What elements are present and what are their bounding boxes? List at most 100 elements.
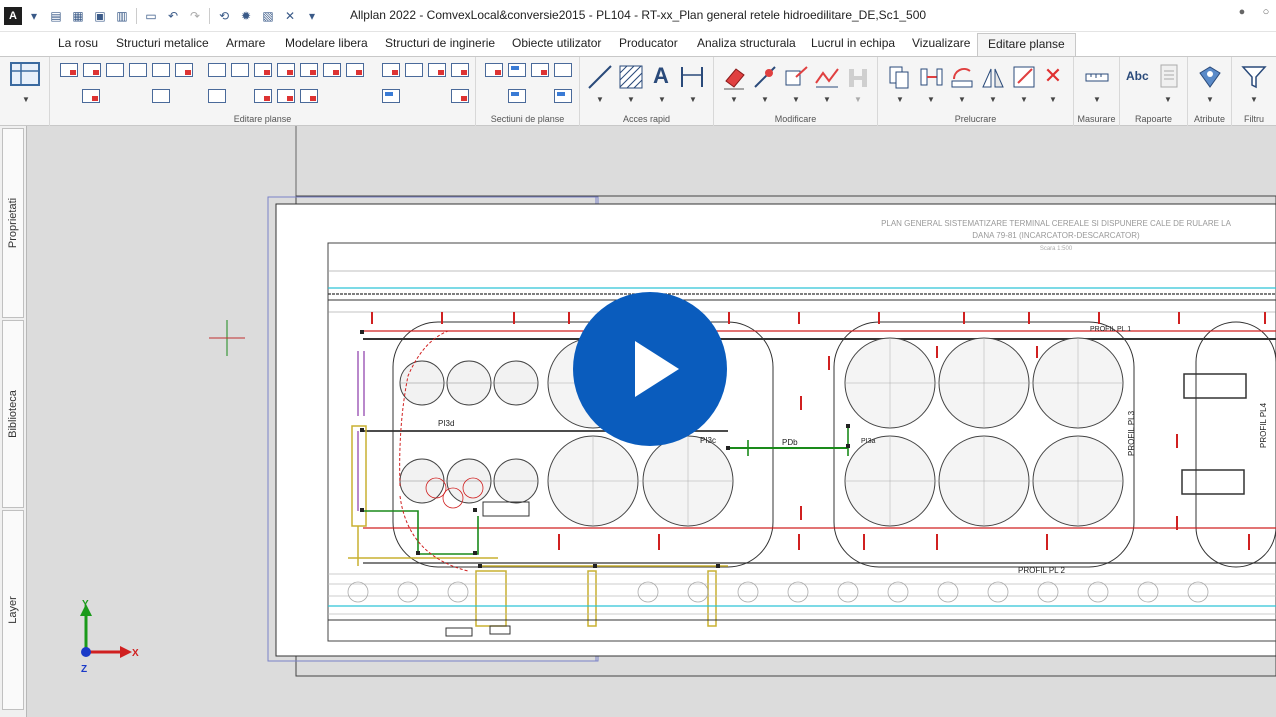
move-elements-icon[interactable] [917, 63, 945, 91]
text-icon[interactable]: A [647, 63, 675, 89]
sheet-edit-icon[interactable] [60, 63, 78, 77]
tab-editare-planse[interactable]: Editare planse [977, 33, 1076, 57]
side-tab-biblioteca[interactable]: Biblioteca [2, 320, 24, 508]
chevron-down-icon[interactable]: ▼ [658, 95, 666, 104]
layers-icon[interactable] [382, 89, 400, 103]
chevron-down-icon[interactable]: ▼ [927, 95, 935, 104]
chevron-down-icon[interactable]: ▼ [1250, 95, 1258, 104]
label-pl3c: PI3c [700, 436, 716, 445]
section-icon[interactable] [554, 63, 572, 77]
label-profil-pl4: PROFIL PL4 [1259, 402, 1268, 448]
sheet-new-icon[interactable] [82, 89, 100, 103]
side-tab-proprietati[interactable]: Proprietati [2, 128, 24, 318]
sheet-frame-icon[interactable] [129, 63, 147, 77]
disabled-tool-icon[interactable] [844, 63, 872, 91]
tab-lucrul-in-echipa[interactable]: Lucrul in echipa [811, 36, 895, 50]
chevron-down-icon[interactable]: ▼ [22, 95, 30, 104]
print-sheet-icon[interactable] [428, 63, 446, 77]
chevron-down-icon[interactable]: ▼ [1093, 95, 1101, 104]
chevron-down-icon[interactable]: ▼ [989, 95, 997, 104]
tab-armare[interactable]: Armare [226, 36, 265, 50]
filter-icon[interactable] [1240, 63, 1268, 91]
ribbon-group-masurare: ▼ Masurare [1074, 57, 1120, 126]
section-icon[interactable] [485, 63, 503, 77]
chevron-down-icon[interactable]: ▼ [823, 95, 831, 104]
export-icon[interactable] [254, 63, 272, 77]
tab-structuri-de-inginerie[interactable]: Structuri de inginerie [385, 36, 495, 50]
modify-line-icon[interactable] [813, 63, 841, 91]
axis-y-label: Y [82, 599, 89, 610]
window-title: Allplan 2022 - ComvexLocal&conversie2015… [349, 8, 927, 22]
pdf-icon[interactable] [346, 63, 364, 77]
sheet-frame-icon[interactable] [152, 63, 170, 77]
pdf-icon[interactable] [300, 63, 318, 77]
section-icon[interactable] [531, 63, 549, 77]
pdf-import-icon[interactable] [254, 89, 272, 103]
tab-vizualizare[interactable]: Vizualizare [912, 36, 970, 50]
chevron-down-icon[interactable]: ▼ [896, 95, 904, 104]
sheet-element-icon[interactable] [175, 63, 193, 77]
search-icon[interactable]: ○ [1258, 6, 1274, 22]
chevron-down-icon[interactable]: ▼ [761, 95, 769, 104]
tab-obiecte-utilizator[interactable]: Obiecte utilizator [512, 36, 601, 50]
print-sheet-icon[interactable] [405, 63, 423, 77]
sheet-list-icon[interactable] [152, 89, 170, 103]
tab-modelare-libera[interactable]: Modelare libera [285, 36, 368, 50]
print-sheet-icon[interactable] [382, 63, 400, 77]
sheet-edit-icon[interactable] [83, 63, 101, 77]
ribbon-group-rapoarte: Abc ▼ Rapoarte [1120, 57, 1188, 126]
chevron-down-icon[interactable]: ▼ [689, 95, 697, 104]
trim-icon[interactable] [751, 63, 779, 91]
section-edit-icon[interactable] [508, 89, 526, 103]
spelling-icon[interactable]: Abc [1126, 69, 1149, 83]
dimension-icon[interactable] [678, 63, 706, 91]
sheet-copy-icon[interactable] [106, 63, 124, 77]
axis-indicator: Y X Z [80, 599, 139, 675]
print-sheet-icon[interactable] [451, 63, 469, 77]
pdf-icon[interactable] [323, 63, 341, 77]
rotate-icon[interactable] [948, 63, 976, 91]
section-edit-icon[interactable] [554, 89, 572, 103]
hatch-icon[interactable] [617, 63, 645, 91]
chevron-down-icon[interactable]: ▼ [730, 95, 738, 104]
side-tab-layer[interactable]: Layer [2, 510, 24, 710]
import-icon[interactable] [208, 89, 226, 103]
export-icon[interactable] [208, 63, 226, 77]
move-icon[interactable] [782, 63, 810, 91]
chevron-down-icon[interactable]: ▼ [958, 95, 966, 104]
ribbon-group-label: Editare planse [233, 114, 292, 124]
chevron-down-icon[interactable]: ▼ [1164, 95, 1172, 104]
export-icon[interactable] [231, 63, 249, 77]
pdf-import-icon[interactable] [300, 89, 318, 103]
chevron-down-icon[interactable]: ▼ [1020, 95, 1028, 104]
plan-layout-icon[interactable] [9, 59, 43, 91]
report-icon[interactable] [1159, 63, 1179, 89]
chevron-down-icon[interactable]: ▼ [596, 95, 604, 104]
eraser-icon[interactable] [720, 63, 748, 91]
chevron-down-icon[interactable]: ▼ [627, 95, 635, 104]
video-play-button[interactable] [573, 292, 727, 446]
copy-icon[interactable] [886, 63, 914, 91]
delete-icon[interactable]: ✕ [1039, 63, 1067, 89]
chevron-down-icon[interactable]: ▼ [792, 95, 800, 104]
pdf-icon[interactable] [277, 63, 295, 77]
chevron-down-icon[interactable]: ▼ [854, 95, 862, 104]
pdf-import-icon[interactable] [277, 89, 295, 103]
section-icon[interactable] [508, 63, 526, 77]
line-icon[interactable] [586, 63, 614, 91]
print-preview-icon[interactable] [451, 89, 469, 103]
mirror-icon[interactable] [979, 63, 1007, 91]
ribbon-group-prelucrare: ✕ ▼ ▼ ▼ ▼ ▼ ▼ Prelucrare [878, 57, 1074, 126]
attributes-icon[interactable] [1196, 63, 1224, 91]
tab-producator[interactable]: Producator [619, 36, 678, 50]
tab-la-rosu[interactable]: La rosu [58, 36, 98, 50]
person-icon[interactable]: ● [1234, 6, 1250, 22]
scale-icon[interactable] [1010, 63, 1038, 91]
chevron-down-icon[interactable]: ▼ [1206, 95, 1214, 104]
chevron-down-icon[interactable]: ▼ [1049, 95, 1057, 104]
tab-structuri-metalice[interactable]: Structuri metalice [116, 36, 209, 50]
tab-analiza-structurala[interactable]: Analiza structurala [697, 36, 796, 50]
ribbon-group-atribute: ▼ Atribute [1188, 57, 1232, 126]
ruler-icon[interactable] [1083, 63, 1111, 91]
ribbon-group-modificare: ▼ ▼ ▼ ▼ ▼ Modificare [714, 57, 878, 126]
